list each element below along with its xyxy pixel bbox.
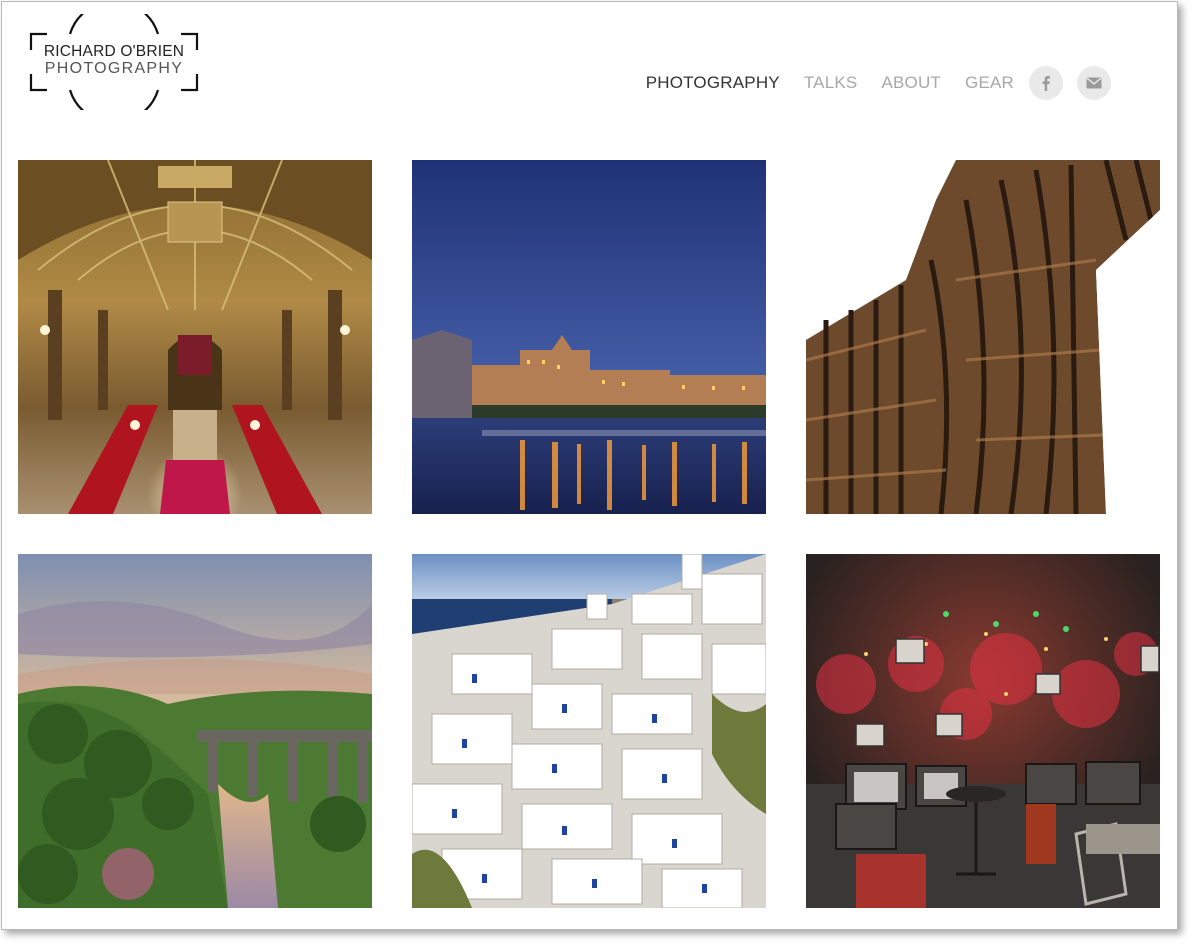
photo-white-village <box>412 554 766 908</box>
photo-river-dusk <box>412 160 766 514</box>
photo-staircase-hall <box>18 160 372 514</box>
photo-tile-5[interactable] <box>412 554 766 908</box>
photo-tile-4[interactable] <box>18 554 372 908</box>
logo-name: RICHARD O'BRIEN <box>43 43 185 60</box>
email-button[interactable] <box>1077 66 1111 100</box>
photo-ruin-bar <box>806 554 1160 908</box>
nav-gear[interactable]: GEAR <box>965 73 1014 93</box>
facebook-icon <box>1042 76 1050 91</box>
facebook-button[interactable] <box>1029 66 1063 100</box>
nav-photography[interactable]: PHOTOGRAPHY <box>646 73 780 93</box>
photo-tile-3[interactable] <box>806 160 1160 514</box>
photo-tile-6[interactable] <box>806 554 1160 908</box>
photo-viaduct-sunset <box>18 554 372 908</box>
page-frame: RICHARD O'BRIEN PHOTOGRAPHY PHOTOGRAPHY … <box>1 1 1178 930</box>
main-nav: PHOTOGRAPHY TALKS ABOUT GEAR <box>646 66 1111 100</box>
photo-tile-1[interactable] <box>18 160 372 514</box>
photo-steel-sculpture <box>806 160 1160 514</box>
nav-about[interactable]: ABOUT <box>881 73 941 93</box>
site-logo[interactable]: RICHARD O'BRIEN PHOTOGRAPHY <box>28 14 200 110</box>
logo-tagline: PHOTOGRAPHY <box>44 60 184 77</box>
email-icon <box>1086 77 1102 89</box>
photo-tile-2[interactable] <box>412 160 766 514</box>
nav-talks[interactable]: TALKS <box>804 73 858 93</box>
